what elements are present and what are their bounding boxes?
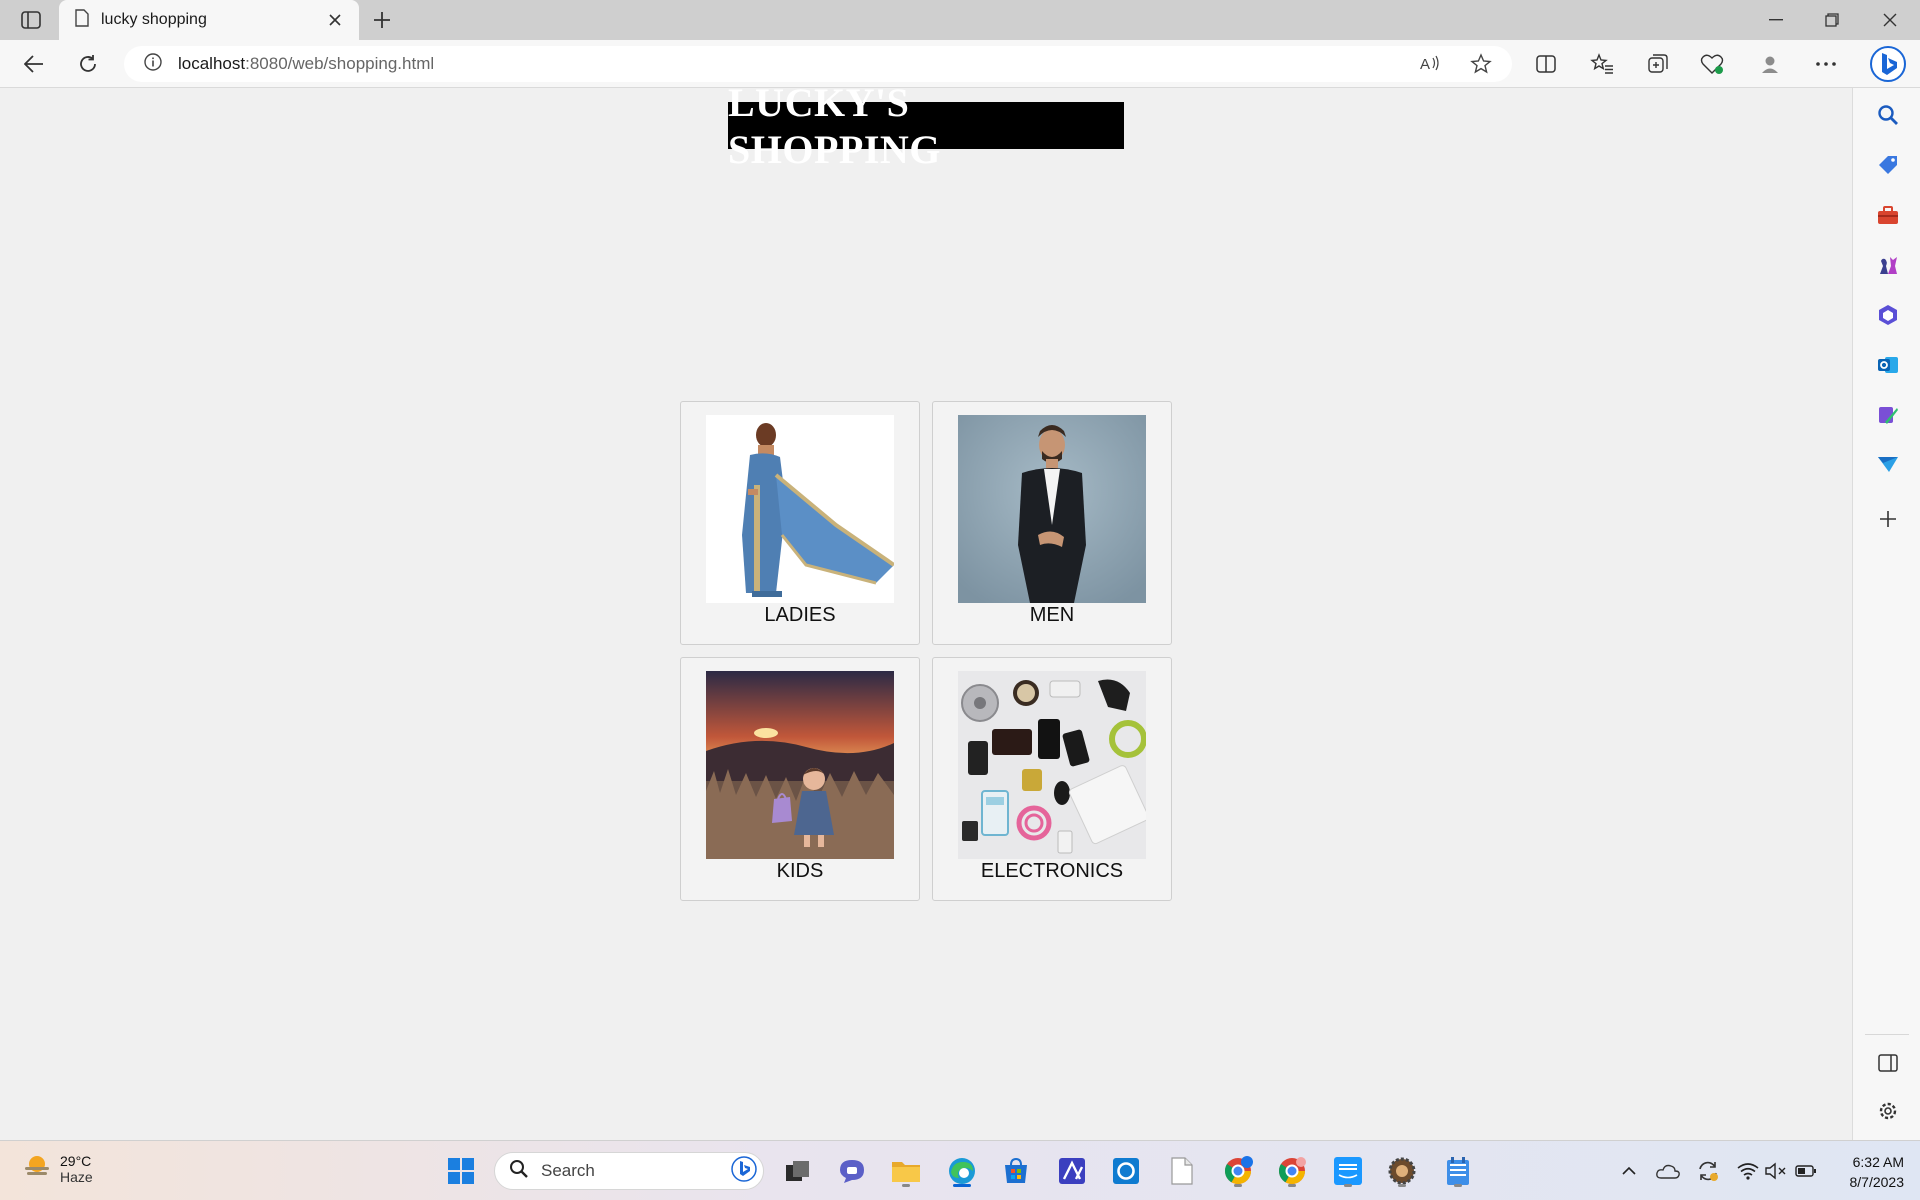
- search-icon[interactable]: [1873, 100, 1903, 130]
- browser-essentials-icon[interactable]: [1694, 48, 1730, 80]
- category-label[interactable]: LADIES: [681, 604, 919, 627]
- minimize-icon[interactable]: [1748, 0, 1804, 40]
- running-indicator: [902, 1184, 910, 1187]
- hide-sidebar-icon[interactable]: [1873, 1048, 1903, 1078]
- powerautomate-icon[interactable]: [1054, 1153, 1090, 1189]
- chrome-icon[interactable]: [1274, 1153, 1310, 1189]
- address-bar[interactable]: localhost:8080/web/shopping.html A: [124, 46, 1512, 82]
- outlook-icon[interactable]: [1873, 350, 1903, 380]
- clock-time: 6:32 AM: [1852, 1154, 1904, 1170]
- profile-icon[interactable]: [1752, 48, 1788, 80]
- restore-icon[interactable]: [1804, 0, 1860, 40]
- split-screen-icon[interactable]: [1528, 48, 1564, 80]
- taskbar-search[interactable]: Search: [494, 1152, 764, 1190]
- new-tab-icon[interactable]: [368, 6, 396, 34]
- weather-description: Haze: [60, 1168, 93, 1185]
- chrome-profile-icon[interactable]: [1220, 1153, 1256, 1189]
- category-card-ladies[interactable]: LADIES: [680, 401, 920, 645]
- running-indicator: [1288, 1184, 1296, 1187]
- page-content: LUCKY'S SHOPPING LADIES MEN KIDS ELECTRO…: [0, 80, 1852, 1140]
- volume-muted-icon[interactable]: [1764, 1159, 1788, 1183]
- sync-icon[interactable]: [1696, 1159, 1720, 1183]
- category-card-electronics[interactable]: ELECTRONICS: [932, 657, 1172, 901]
- browser-tab[interactable]: lucky shopping: [59, 0, 359, 40]
- haze-weather-icon: [22, 1151, 52, 1186]
- category-label[interactable]: MEN: [933, 604, 1171, 627]
- blank-document-icon[interactable]: [1164, 1153, 1200, 1189]
- collections-icon[interactable]: [1640, 48, 1676, 80]
- kids-image[interactable]: [706, 671, 894, 859]
- running-indicator: [953, 1184, 971, 1187]
- cortana-icon[interactable]: [1108, 1153, 1144, 1189]
- send-icon[interactable]: [1873, 450, 1903, 480]
- file-explorer-icon[interactable]: [888, 1153, 924, 1189]
- category-label[interactable]: ELECTRONICS: [933, 860, 1171, 883]
- tab-actions-icon[interactable]: [14, 7, 48, 33]
- sidebar-divider: [1865, 1034, 1909, 1035]
- windows-taskbar: 29°C Haze Search 6:32 AM 8/7/2023: [0, 1140, 1920, 1200]
- task-view-icon[interactable]: [780, 1153, 816, 1189]
- designer-icon[interactable]: [1873, 400, 1903, 430]
- add-icon[interactable]: [1873, 504, 1903, 534]
- microsoft-store-icon[interactable]: [998, 1153, 1034, 1189]
- wifi-icon[interactable]: [1736, 1159, 1760, 1183]
- site-info-icon[interactable]: [144, 52, 162, 76]
- read-aloud-icon[interactable]: A: [1420, 54, 1442, 79]
- running-indicator: [1454, 1184, 1462, 1187]
- battery-icon[interactable]: [1794, 1159, 1818, 1183]
- electronics-image[interactable]: [958, 671, 1146, 859]
- notepad-icon[interactable]: [1440, 1153, 1476, 1189]
- weather-widget[interactable]: 29°C Haze: [22, 1151, 93, 1186]
- page-title: LUCKY'S SHOPPING: [728, 80, 1124, 172]
- clock-date: 8/7/2023: [1849, 1174, 1905, 1190]
- browser-tab-bar: lucky shopping: [0, 0, 1920, 40]
- category-card-kids[interactable]: KIDS: [680, 657, 920, 901]
- search-icon: [509, 1159, 529, 1184]
- bing-icon: [731, 1155, 757, 1187]
- games-icon[interactable]: [1873, 250, 1903, 280]
- page-icon: [75, 8, 89, 32]
- more-options-icon[interactable]: [1808, 48, 1844, 80]
- category-card-men[interactable]: MEN: [932, 401, 1172, 645]
- search-label: Search: [541, 1161, 595, 1180]
- favorites-icon[interactable]: [1584, 48, 1620, 80]
- settings-gear-icon[interactable]: [1873, 1096, 1903, 1126]
- microsoft365-icon[interactable]: [1873, 300, 1903, 330]
- close-window-icon[interactable]: [1862, 0, 1918, 40]
- running-indicator: [1234, 1184, 1242, 1187]
- weather-temperature: 29°C: [60, 1152, 92, 1169]
- running-indicator: [1398, 1184, 1406, 1187]
- start-windows-icon[interactable]: [443, 1153, 479, 1189]
- close-tab-icon[interactable]: [323, 8, 347, 32]
- refresh-icon[interactable]: [70, 48, 106, 80]
- chevron-up-icon[interactable]: [1617, 1159, 1641, 1183]
- tools-icon[interactable]: [1873, 200, 1903, 230]
- svg-text:A: A: [1420, 56, 1430, 73]
- edge-browser-icon[interactable]: [944, 1153, 980, 1189]
- men-image[interactable]: [958, 415, 1146, 603]
- ladies-image[interactable]: [706, 415, 894, 603]
- edge-sidebar: [1852, 88, 1920, 1140]
- clock[interactable]: 6:32 AM 8/7/2023: [1828, 1152, 1905, 1192]
- back-icon[interactable]: [16, 48, 52, 80]
- shopping-tag-icon[interactable]: [1873, 150, 1903, 180]
- teams-chat-icon[interactable]: [834, 1153, 870, 1189]
- running-indicator: [1344, 1184, 1352, 1187]
- app-settings-icon[interactable]: [1384, 1153, 1420, 1189]
- prime-video-icon[interactable]: [1330, 1153, 1366, 1189]
- category-label[interactable]: KIDS: [681, 860, 919, 883]
- onedrive-cloud-icon[interactable]: [1656, 1159, 1680, 1183]
- tab-title: lucky shopping: [101, 11, 207, 28]
- favorite-star-icon[interactable]: [1470, 53, 1492, 80]
- bing-copilot-icon[interactable]: [1868, 44, 1908, 84]
- url-text: localhost:8080/web/shopping.html: [178, 54, 435, 73]
